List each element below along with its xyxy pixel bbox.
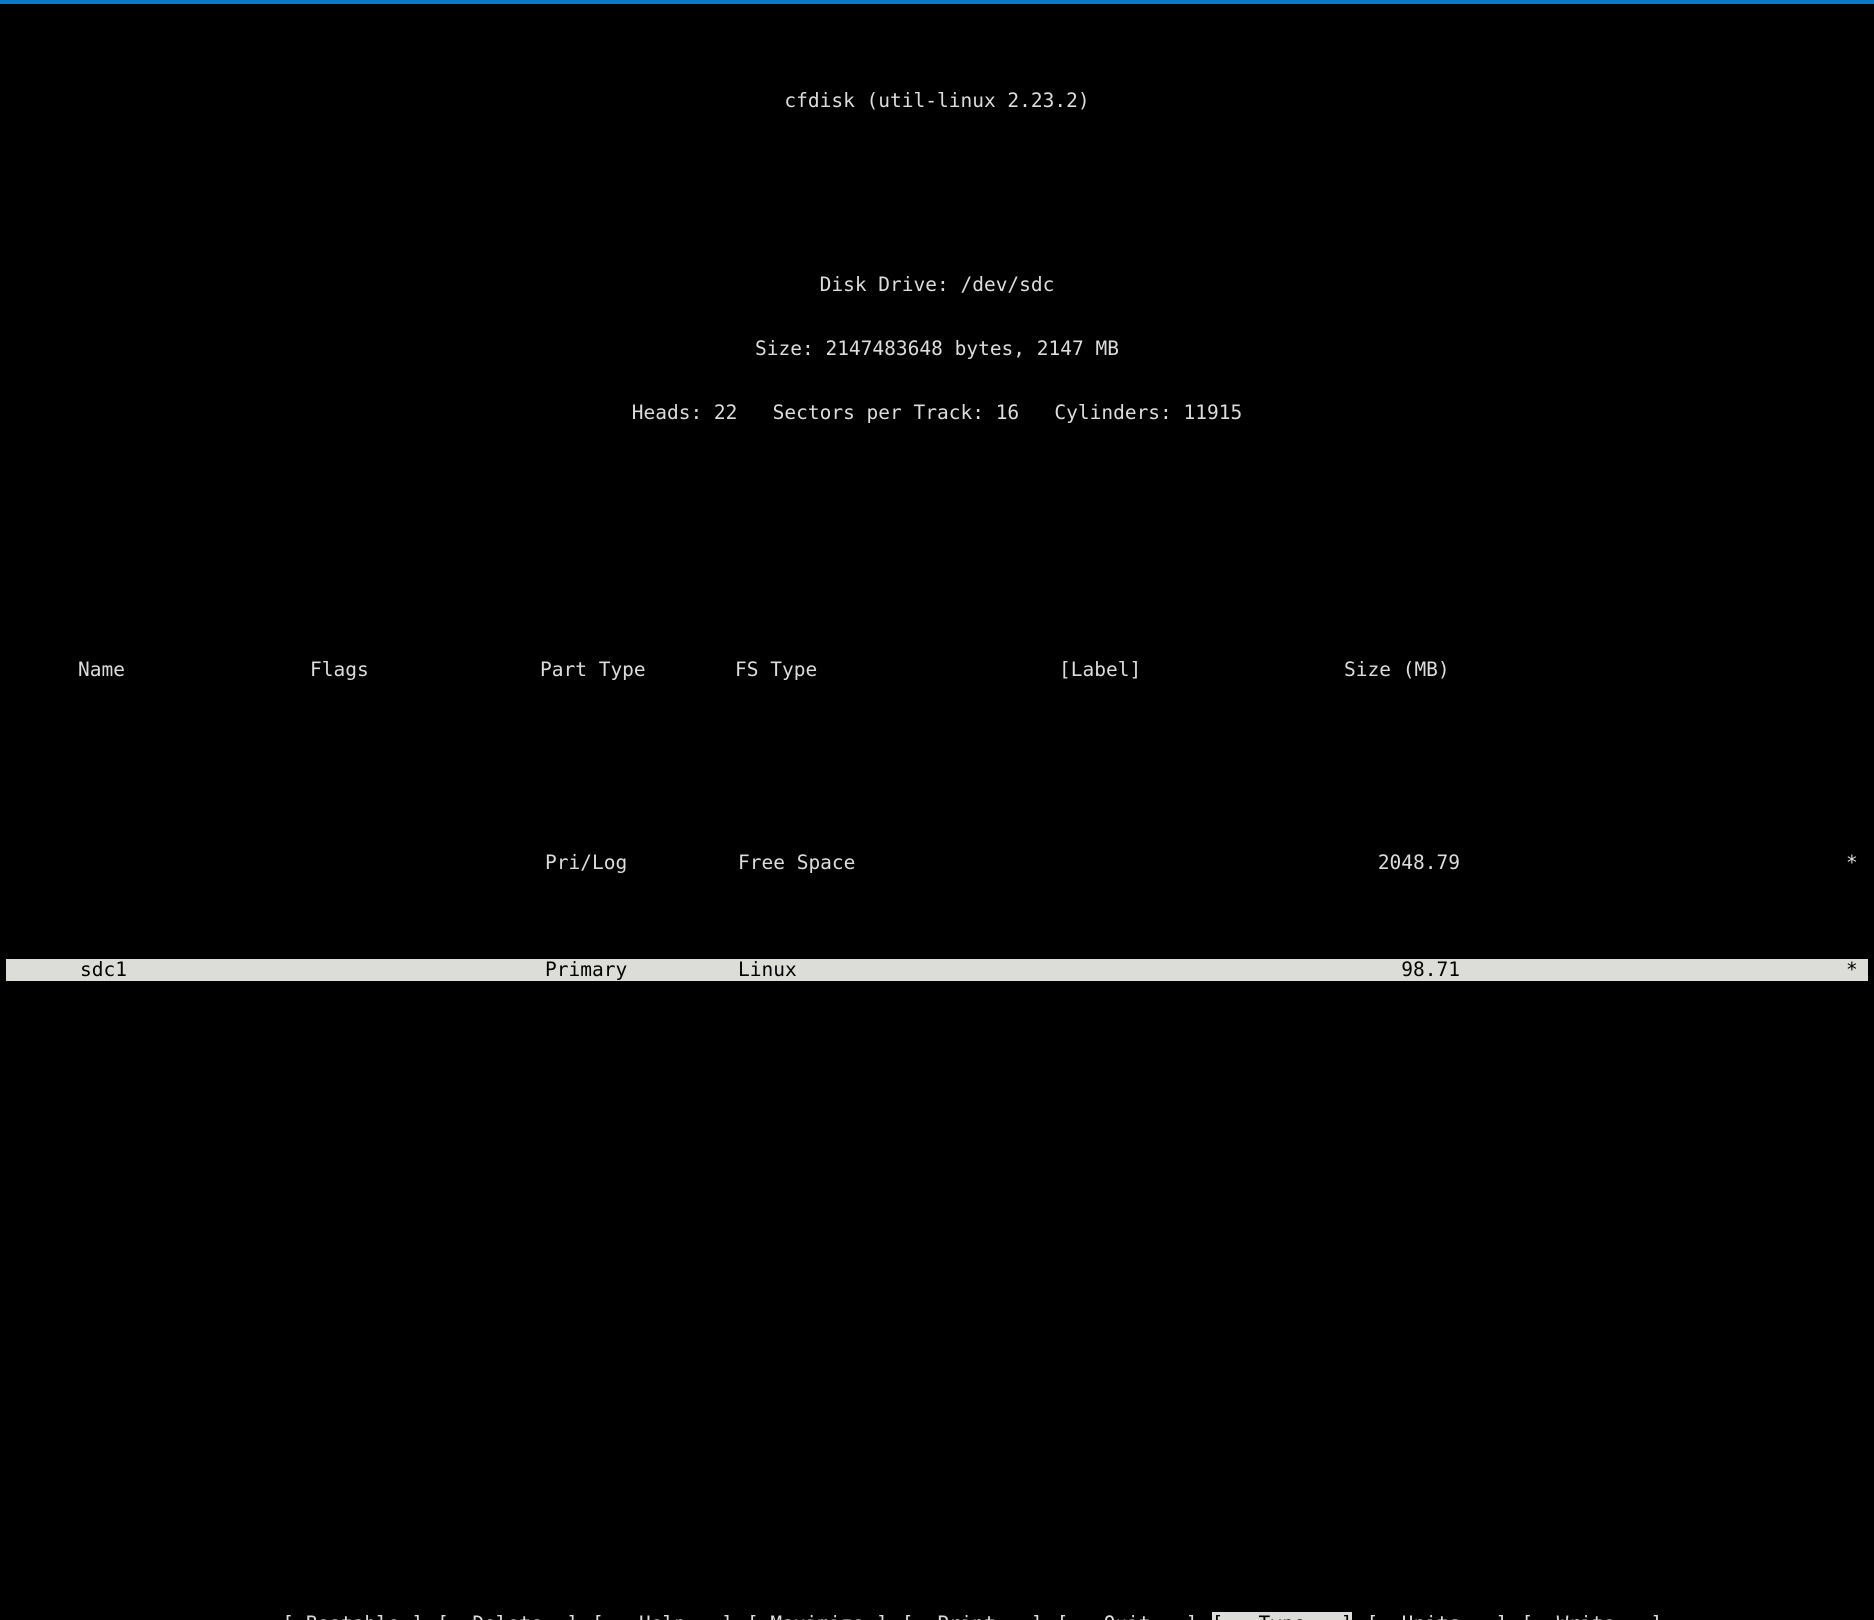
table-row[interactable]: sdc1 Primary Linux 98.71 *: [6, 958, 1868, 982]
button-type[interactable]: [ Type ]: [1211, 1611, 1353, 1620]
button-maximize[interactable]: [ Maximize ]: [747, 1612, 888, 1620]
button-delete[interactable]: [ Delete ]: [437, 1612, 578, 1620]
table-row[interactable]: Pri/Log Free Space 2048.79 *: [0, 850, 1874, 874]
action-button-bar: [ Bootable ] [ Delete ] [ Help ] [ Maximize…: [0, 1590, 1874, 1620]
column-header-size: Size (MB): [1344, 657, 1450, 681]
cell-part-type: Primary: [545, 958, 628, 982]
button-quit[interactable]: [ Quit ]: [1057, 1612, 1198, 1620]
cell-marker: *: [1846, 958, 1858, 982]
main-empty-area: [0, 1110, 1874, 1505]
column-header-flags: Flags: [310, 657, 369, 681]
button-print[interactable]: [ Print ]: [902, 1612, 1043, 1620]
button-bootable[interactable]: [ Bootable ]: [282, 1612, 423, 1620]
cell-marker: *: [1846, 850, 1858, 874]
button-help[interactable]: [ Help ]: [592, 1612, 733, 1620]
app-title: cfdisk (util-linux 2.23.2): [784, 88, 1090, 112]
cell-part-type: Pri/Log: [545, 850, 628, 874]
terminal-content: cfdisk (util-linux 2.23.2) Disk Drive: /…: [0, 4, 1874, 1620]
column-header-name: Name: [78, 657, 125, 681]
cell-fs-type: Linux: [738, 958, 797, 982]
cell-fs-type: Free Space: [738, 850, 856, 874]
column-header-fs-type: FS Type: [735, 657, 818, 681]
button-write[interactable]: [ Write ]: [1521, 1612, 1662, 1620]
cfdisk-screen: cfdisk (util-linux 2.23.2) Disk Drive: /…: [0, 0, 1874, 1620]
cell-size: 98.71: [1401, 958, 1460, 982]
disk-size-line: Size: 2147483648 bytes, 2147 MB: [755, 337, 1119, 361]
table-separator-dots: ----------------------------------------…: [18, 752, 1860, 759]
partition-table-header: Name Flags Part Type FS Type [Label] Siz…: [0, 657, 1874, 685]
disk-drive-line: Disk Drive: /dev/sdc: [819, 272, 1055, 296]
column-header-label: [Label]: [1059, 657, 1142, 681]
cell-size: 2048.79: [1377, 850, 1460, 874]
table-separator: ----------------------------------------…: [0, 752, 1874, 762]
partition-table: Name Flags Part Type FS Type [Label] Siz…: [0, 595, 1874, 1046]
column-header-part-type: Part Type: [540, 657, 646, 681]
title-spacer: [0, 175, 1874, 188]
cell-name: sdc1: [80, 958, 127, 982]
button-units[interactable]: [ Units ]: [1366, 1612, 1507, 1620]
disk-geometry-line: Heads: 22 Sectors per Track: 16 Cylinder…: [631, 401, 1243, 425]
